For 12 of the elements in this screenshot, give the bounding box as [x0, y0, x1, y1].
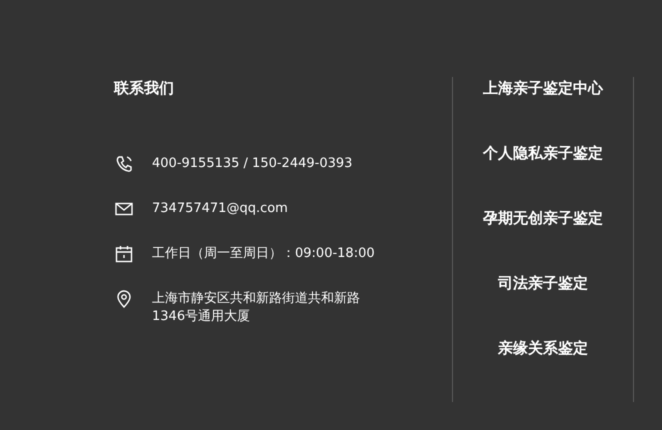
- phone-number: 400-9155135 / 150-2449-0393: [152, 155, 352, 173]
- service-link[interactable]: 亲缘关系鉴定: [498, 338, 588, 358]
- service-link[interactable]: 上海亲子鉴定中心: [483, 78, 603, 98]
- section-heading: 联系我们: [114, 78, 175, 98]
- address-text: 上海市静安区共和新路街道共和新路 1346号通用大厦: [152, 290, 360, 326]
- working-hours: 工作日（周一至周日）：09:00-18:00: [152, 245, 375, 263]
- calendar-icon: [114, 244, 134, 264]
- phone-icon: [114, 154, 134, 174]
- service-link[interactable]: 司法亲子鉴定: [498, 273, 588, 293]
- email-address: 734757471@qq.com: [152, 200, 288, 218]
- service-link[interactable]: 个人隐私亲子鉴定: [483, 143, 603, 163]
- service-link[interactable]: 孕期无创亲子鉴定: [483, 208, 603, 228]
